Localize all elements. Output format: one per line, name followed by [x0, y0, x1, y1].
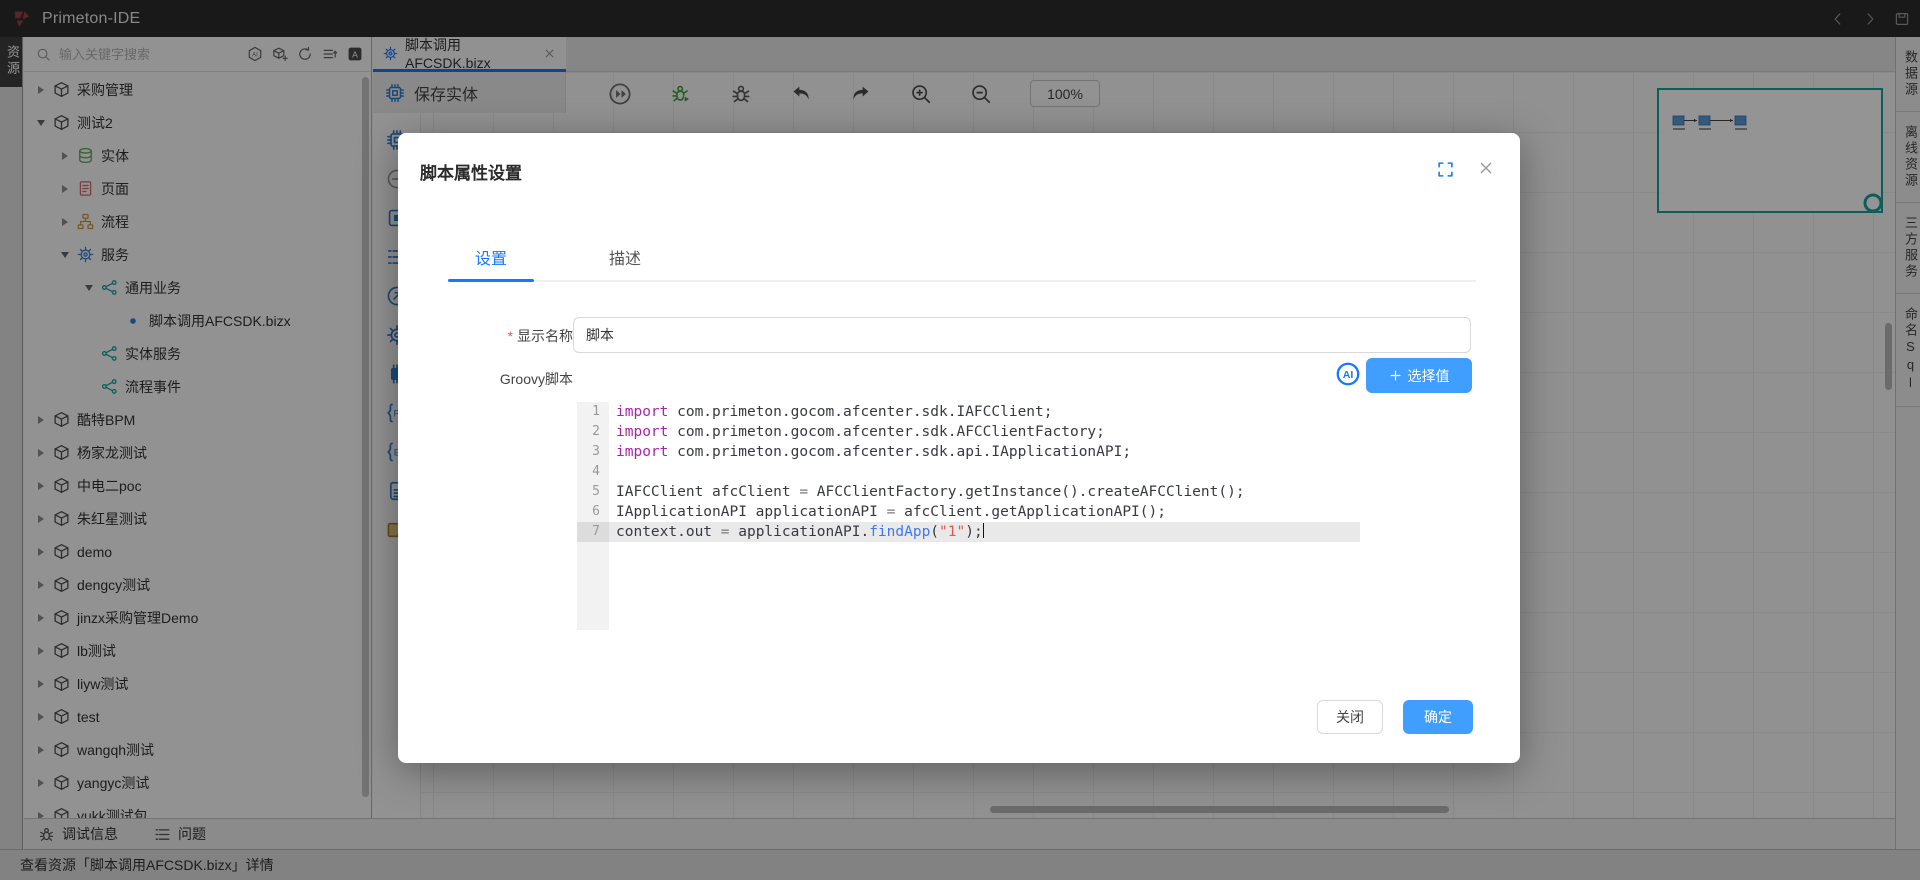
code-text: import com.primeton.gocom.afcenter.sdk.I… [609, 402, 1053, 422]
plus-icon [1389, 369, 1402, 382]
ai-generate-icon[interactable]: AI [1335, 361, 1361, 387]
code-line: 2import com.primeton.gocom.afcenter.sdk.… [577, 422, 1360, 442]
line-number: 4 [577, 462, 609, 482]
code-text: context.out = applicationAPI.findApp("1"… [609, 522, 984, 542]
line-number: 3 [577, 442, 609, 462]
svg-text:AI: AI [1343, 369, 1354, 381]
code-line: 4 [577, 462, 1360, 482]
code-line: 6IApplicationAPI applicationAPI = afcCli… [577, 502, 1360, 522]
line-number: 7 [577, 522, 609, 542]
display-name-input[interactable] [573, 317, 1471, 353]
groovy-script-label: Groovy脚本 [413, 369, 573, 389]
tab-settings[interactable]: 设置 [448, 245, 534, 283]
modal-tabs: 设置 描述 [448, 245, 668, 283]
display-name-label: *显示名称 [413, 326, 573, 346]
groovy-code-editor[interactable]: 1import com.primeton.gocom.afcenter.sdk.… [577, 402, 1360, 630]
line-number: 6 [577, 502, 609, 522]
code-text: IAFCClient afcClient = AFCClientFactory.… [609, 482, 1245, 502]
modal-close-icon[interactable] [1478, 160, 1494, 176]
tab-description[interactable]: 描述 [582, 245, 668, 283]
ok-button[interactable]: 确定 [1403, 700, 1473, 734]
code-line: 3import com.primeton.gocom.afcenter.sdk.… [577, 442, 1360, 462]
code-line: 1import com.primeton.gocom.afcenter.sdk.… [577, 402, 1360, 422]
code-text: import com.primeton.gocom.afcenter.sdk.A… [609, 422, 1105, 442]
code-line: 5IAFCClient afcClient = AFCClientFactory… [577, 482, 1360, 502]
primeton-ide-app: Primeton-IDE 资源 AIA 采购管理测试2实体页面流程服务通用业务脚… [0, 0, 1920, 880]
select-value-button[interactable]: 选择值 [1366, 358, 1472, 393]
text-cursor [983, 523, 985, 538]
modal-title: 脚本属性设置 [420, 159, 522, 184]
code-text [609, 462, 616, 482]
script-properties-modal: 脚本属性设置 设置 描述 *显示名称 Groovy脚本 AI 选择值 1impo… [398, 133, 1520, 763]
code-text: IApplicationAPI applicationAPI = afcClie… [609, 502, 1166, 522]
code-line: 7context.out = applicationAPI.findApp("1… [577, 522, 1360, 542]
line-number: 1 [577, 402, 609, 422]
line-number: 2 [577, 422, 609, 442]
line-number: 5 [577, 482, 609, 502]
close-button[interactable]: 关闭 [1317, 700, 1383, 734]
code-text: import com.primeton.gocom.afcenter.sdk.a… [609, 442, 1131, 462]
fullscreen-icon[interactable] [1437, 161, 1454, 178]
